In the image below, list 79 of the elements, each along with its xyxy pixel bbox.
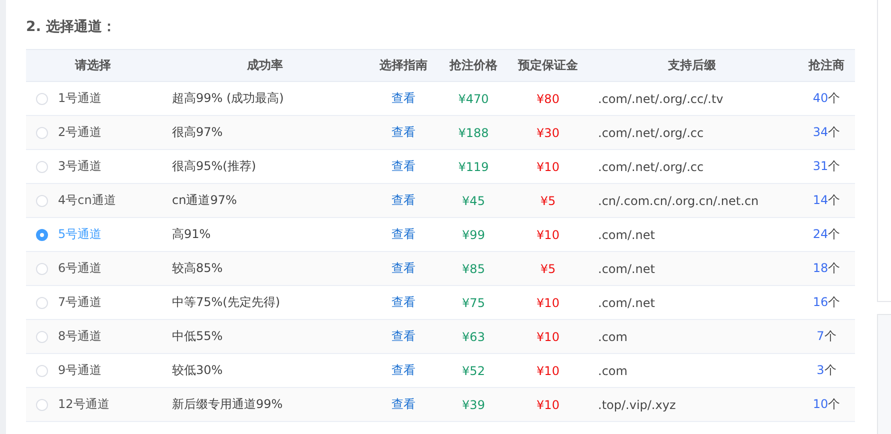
registrar-count: 31个 — [812, 158, 840, 175]
suffix-list: .com/.net — [586, 296, 798, 310]
channel-name: 12号通道 — [58, 396, 110, 413]
success-rate: 新后缀专用通道99% — [171, 396, 284, 413]
suffix-list: .com/.net/.org/.cc — [586, 126, 798, 140]
channel-name: 9号通道 — [58, 362, 102, 379]
channel-name: 3号通道 — [58, 158, 102, 175]
channel-name: 5号通道 — [58, 226, 102, 243]
channel-name: 6号通道 — [58, 260, 102, 277]
price-text: ¥119 — [458, 160, 489, 174]
column-header: 支持后缀 — [668, 57, 716, 74]
deposit-text: ¥10 — [536, 160, 560, 174]
success-rate: 中等75%(先定先得) — [171, 294, 282, 311]
view-link[interactable]: 查看 — [392, 362, 416, 379]
suffix-list: .cn/.com.cn/.org.cn/.net.cn — [586, 194, 798, 208]
success-rate: 超高99% (成功最高) — [171, 90, 285, 107]
registrar-count: 24个 — [812, 226, 840, 243]
suffix-list: .top/.vip/.xyz — [586, 398, 798, 412]
deposit-text: ¥5 — [540, 262, 556, 276]
channel-name: 2号通道 — [58, 124, 102, 141]
success-rate: 较高85% — [171, 260, 224, 277]
success-rate: 较低30% — [171, 362, 224, 379]
column-header: 抢注价格 — [450, 57, 498, 74]
column-header: 请选择 — [75, 57, 111, 74]
view-link[interactable]: 查看 — [392, 124, 416, 141]
price-text: ¥52 — [462, 364, 485, 378]
view-link[interactable]: 查看 — [392, 158, 416, 175]
registrar-count: 40个 — [812, 90, 840, 107]
suffix-list: .com/.net — [586, 262, 798, 276]
column-header: 抢注商 — [808, 57, 844, 74]
view-link[interactable]: 查看 — [392, 226, 416, 243]
price-text: ¥188 — [458, 126, 489, 140]
registrar-count: 34个 — [812, 124, 840, 141]
registrar-count: 3个 — [816, 362, 836, 379]
registrar-count: 10个 — [812, 396, 840, 413]
success-rate: 很高97% — [171, 124, 224, 141]
price-text: ¥85 — [462, 262, 485, 276]
view-link[interactable]: 查看 — [392, 260, 416, 277]
column-header: 预定保证金 — [518, 57, 578, 74]
channel-name: 8号通道 — [58, 328, 102, 345]
deposit-text: ¥10 — [536, 330, 560, 344]
deposit-text: ¥30 — [536, 126, 560, 140]
view-link[interactable]: 查看 — [392, 90, 416, 107]
registrar-count: 14个 — [812, 192, 840, 209]
deposit-text: ¥10 — [536, 364, 560, 378]
view-link[interactable]: 查看 — [392, 192, 416, 209]
price-text: ¥39 — [462, 398, 485, 412]
price-text: ¥99 — [462, 228, 485, 242]
price-text: ¥63 — [462, 330, 485, 344]
deposit-text: ¥10 — [536, 228, 560, 242]
channel-name: 7号通道 — [58, 294, 102, 311]
suffix-list: .com/.net/.org/.cc/.tv — [586, 92, 798, 106]
price-text: ¥75 — [462, 296, 485, 310]
column-header: 成功率 — [247, 57, 283, 74]
deposit-text: ¥10 — [536, 398, 560, 412]
registrar-count: 18个 — [812, 260, 840, 277]
suffix-list: .com — [586, 330, 798, 344]
view-link[interactable]: 查看 — [392, 396, 416, 413]
success-rate: 中低55% — [171, 328, 224, 345]
price-text: ¥470 — [458, 92, 489, 106]
suffix-list: .com/.net/.org/.cc — [586, 160, 798, 174]
success-rate: 很高95%(推荐) — [171, 158, 258, 175]
section-title: 2. 选择通道： — [26, 18, 116, 37]
success-rate: 高91% — [171, 226, 212, 243]
deposit-text: ¥5 — [540, 194, 556, 208]
registrar-count: 7个 — [816, 328, 836, 345]
channel-name: 1号通道 — [58, 90, 102, 107]
registrar-count: 16个 — [812, 294, 840, 311]
suffix-list: .com — [586, 364, 798, 378]
success-rate: cn通道97% — [171, 192, 238, 209]
suffix-list: .com/.net — [586, 228, 798, 242]
channel-name: 4号cn通道 — [58, 192, 116, 209]
deposit-text: ¥80 — [536, 92, 560, 106]
price-text: ¥45 — [462, 194, 485, 208]
deposit-text: ¥10 — [536, 296, 560, 310]
view-link[interactable]: 查看 — [392, 294, 416, 311]
column-header: 选择指南 — [380, 57, 428, 74]
radio-button[interactable] — [36, 228, 48, 240]
view-link[interactable]: 查看 — [392, 328, 416, 345]
